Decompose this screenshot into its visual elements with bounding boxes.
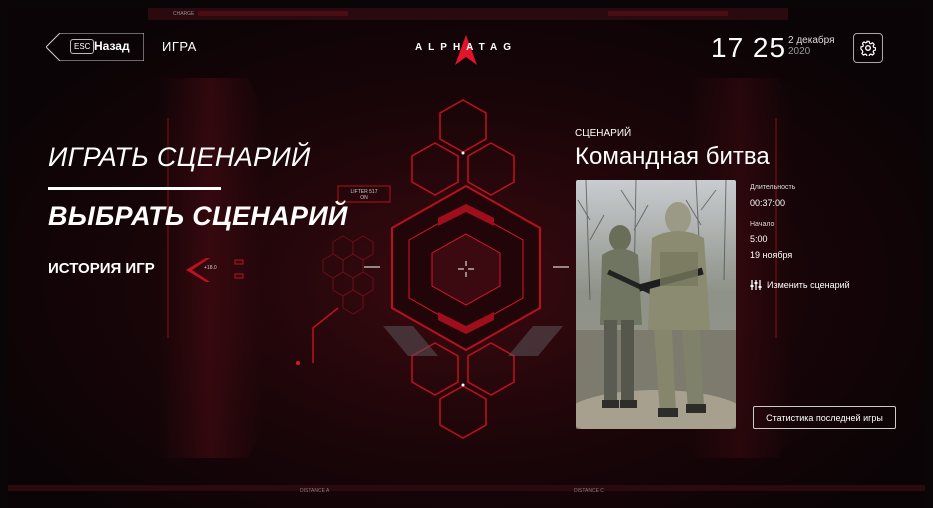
game-screen: CHARGE LIFTER 517 ON +18.0 DISTANCE A DI… bbox=[8, 8, 925, 508]
hud-distance-c: DISTANCE C bbox=[574, 488, 604, 494]
gear-icon bbox=[860, 40, 876, 56]
start-time: 5:00 bbox=[750, 234, 768, 244]
hud-lifter-state: ON bbox=[360, 195, 368, 201]
hud-distance-a: DISTANCE A bbox=[300, 488, 330, 494]
scenario-label: СЦЕНАРИЙ bbox=[575, 128, 632, 139]
clock-date: 2 декабря 2020 bbox=[788, 35, 834, 57]
scenario-image bbox=[576, 180, 736, 429]
last-game-stats-button[interactable]: Статистика последней игры bbox=[753, 406, 896, 429]
page-title: ИГРА bbox=[162, 39, 197, 54]
start-label: Начало bbox=[750, 221, 775, 228]
settings-button[interactable] bbox=[853, 33, 883, 63]
change-scenario-label: Изменить сценарий bbox=[767, 280, 850, 290]
menu-active-underline bbox=[48, 187, 221, 190]
menu-game-history[interactable]: ИСТОРИЯ ИГР bbox=[48, 260, 155, 277]
back-label: Назад bbox=[94, 39, 130, 53]
menu-play-scenario[interactable]: ИГРАТЬ СЦЕНАРИЙ bbox=[48, 142, 311, 173]
hud-angle-readout: +18.0 bbox=[204, 265, 217, 271]
change-scenario-button[interactable]: Изменить сценарий bbox=[750, 279, 850, 291]
scenario-name: Командная битва bbox=[575, 143, 770, 170]
date-year: 2020 bbox=[788, 46, 811, 57]
date-day: 2 декабря bbox=[788, 35, 835, 46]
sliders-icon bbox=[750, 280, 762, 290]
alphatag-logo: ALPHATAG bbox=[406, 33, 526, 67]
logo-text: ALPHATAG bbox=[414, 42, 518, 53]
start-date: 19 ноября bbox=[750, 250, 793, 260]
duration-value: 00:37:00 bbox=[750, 198, 786, 208]
duration-label: Длительность bbox=[750, 184, 796, 191]
clock-time: 17 25 bbox=[711, 32, 787, 63]
back-button[interactable]: ESC Назад bbox=[46, 33, 144, 61]
hud-charge-label: CHARGE bbox=[173, 11, 195, 17]
esc-key-badge: ESC bbox=[70, 39, 95, 54]
menu-choose-scenario[interactable]: ВЫБРАТЬ СЦЕНАРИЙ bbox=[48, 201, 348, 232]
